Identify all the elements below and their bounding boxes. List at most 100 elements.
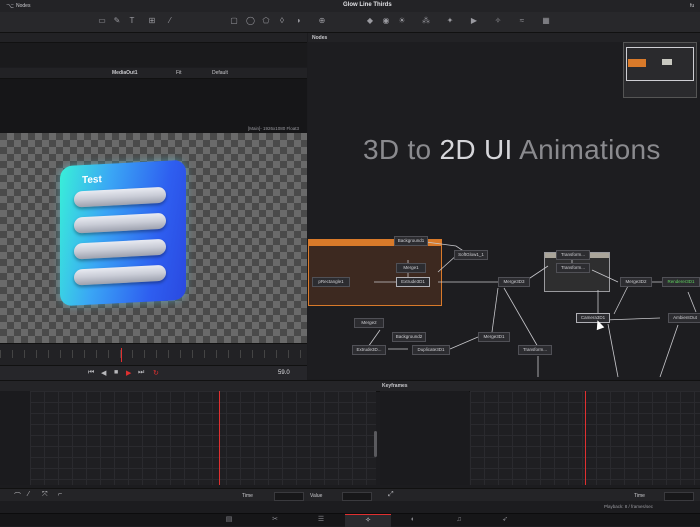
merge-tool-icon[interactable]: ⊞ bbox=[148, 17, 156, 25]
page-switcher: ▤ ✂ ☰ ✧ ◐ ♫ ➶ bbox=[0, 513, 700, 527]
time-label[interactable]: Time bbox=[242, 493, 253, 499]
viewer-dark-strip: [Main]- 1926x1080 Float3 bbox=[0, 79, 307, 133]
node-prectangle1[interactable]: pRectangle1 bbox=[312, 277, 350, 287]
viewer-canvas[interactable]: Test bbox=[0, 133, 307, 343]
card-pill-1 bbox=[74, 186, 166, 208]
node-renderer3d1[interactable]: Renderer3D1 bbox=[662, 277, 700, 287]
keyframes-playhead[interactable] bbox=[585, 391, 586, 485]
node-merge2[interactable]: Merge2 bbox=[354, 318, 384, 328]
mask-tool-icon[interactable]: ◑ bbox=[294, 17, 302, 25]
top-right-label[interactable]: fu bbox=[690, 3, 694, 9]
time-field-right[interactable] bbox=[664, 492, 694, 501]
stop-icon[interactable]: ■ bbox=[114, 369, 118, 376]
node-extrude3d1[interactable]: Extrude3D1 bbox=[396, 277, 430, 287]
top-nodes-label[interactable]: Nodes bbox=[16, 3, 30, 9]
viewer-blank-area bbox=[0, 43, 307, 67]
polygon-tool-icon[interactable]: ⬠ bbox=[262, 17, 270, 25]
node-merge3d2[interactable]: Merge3D2 bbox=[620, 277, 652, 287]
card-pill-3 bbox=[74, 238, 166, 260]
node-background2[interactable]: Background2 bbox=[392, 332, 426, 342]
smooth-icon[interactable]: ⌒ bbox=[14, 491, 21, 501]
loop-icon[interactable]: ↻ bbox=[153, 369, 159, 377]
timeline-ticks bbox=[0, 350, 307, 358]
color-icon[interactable]: ◐ bbox=[408, 516, 418, 524]
linear-icon[interactable]: ⁄ bbox=[28, 491, 29, 498]
go-start-icon[interactable]: ⏮ bbox=[88, 369, 94, 377]
spline-scrollbar[interactable] bbox=[374, 431, 377, 457]
node-softglow1[interactable]: SoftGlow1_1 bbox=[454, 250, 488, 260]
camera-tool-icon[interactable]: ◉ bbox=[382, 17, 390, 25]
fx-tool-icon[interactable]: ✧ bbox=[494, 17, 502, 25]
invert-icon[interactable]: ⤧ bbox=[42, 491, 48, 499]
nodes-panel-label[interactable]: Nodes bbox=[312, 35, 327, 41]
value-field[interactable] bbox=[342, 492, 372, 501]
spline-toolbar: ⌒ ⁄ ⤧ ⌐ Time Value ⤢ Time bbox=[0, 488, 700, 502]
fairlight-icon[interactable]: ♫ bbox=[454, 516, 464, 524]
node-transform-c[interactable]: Transform... bbox=[518, 345, 552, 355]
playback-status: Playback: 8 / frames/sec bbox=[604, 504, 654, 509]
card-pill-2 bbox=[74, 212, 166, 234]
rect-tool-icon[interactable]: ▢ bbox=[230, 17, 238, 25]
particle-tool-icon[interactable]: ⁂ bbox=[422, 17, 430, 25]
node-merge3d1[interactable]: Merge3D1 bbox=[478, 332, 510, 342]
cut-icon[interactable]: ✂ bbox=[270, 516, 280, 524]
spline-graph-left[interactable] bbox=[30, 391, 377, 485]
media-icon[interactable]: ▤ bbox=[224, 516, 234, 524]
warp-tool-icon[interactable]: ≈ bbox=[518, 17, 526, 25]
step-back-icon[interactable]: ◀ bbox=[101, 369, 106, 377]
keyframes-graph-right[interactable] bbox=[470, 391, 700, 485]
timeline-playhead[interactable] bbox=[121, 348, 122, 362]
grid-tool-icon[interactable]: ▦ bbox=[542, 17, 550, 25]
bg-tool-icon[interactable]: ▭ bbox=[98, 17, 106, 25]
node-background1[interactable]: Background1 bbox=[394, 236, 428, 246]
card-pill-4 bbox=[74, 264, 166, 286]
time-label-right[interactable]: Time bbox=[634, 493, 645, 499]
fusion-toolbar: ▭ ✎ T ⊞ ⁄ ▢ ◯ ⬠ ◊ ◑ ⊕ ◆ ◉ ☀ ⁂ ✦ ▶ ✧ ≈ ▦ bbox=[0, 12, 700, 33]
node-duplicate3d1[interactable]: Duplicate3D1 bbox=[412, 345, 450, 355]
play-icon[interactable]: ▶ bbox=[126, 369, 131, 377]
spline-axis bbox=[0, 391, 30, 485]
node-minimap[interactable] bbox=[623, 42, 697, 98]
frame-counter[interactable]: 59.0 bbox=[278, 370, 290, 376]
node-merge1[interactable]: Merge1 bbox=[396, 263, 426, 273]
viewer-layout[interactable]: Default bbox=[212, 70, 228, 76]
light-tool-icon[interactable]: ☀ bbox=[398, 17, 406, 25]
viewer-resolution: [Main]- 1926x1080 Float3 bbox=[248, 126, 300, 131]
node-transform-a[interactable]: Transform... bbox=[556, 250, 590, 260]
status-bar: Playback: 8 / frames/sec bbox=[0, 501, 700, 513]
bspline-tool-icon[interactable]: ◊ bbox=[278, 17, 286, 25]
value-label[interactable]: Value bbox=[310, 493, 322, 499]
spline-playhead[interactable] bbox=[219, 391, 220, 485]
tracker-tool-icon[interactable]: ⊕ bbox=[318, 17, 326, 25]
deliver-icon[interactable]: ➶ bbox=[500, 516, 510, 524]
edit-icon[interactable]: ☰ bbox=[316, 516, 326, 524]
ui-card-graphic: Test bbox=[60, 159, 186, 307]
nodes-icon[interactable]: ⌥ bbox=[6, 2, 14, 10]
node-transform-b[interactable]: Transform... bbox=[556, 263, 590, 273]
node-extrude3d-b[interactable]: Extrude3D... bbox=[352, 345, 386, 355]
keyframes-list[interactable] bbox=[380, 391, 469, 485]
ellipse-tool-icon[interactable]: ◯ bbox=[246, 17, 255, 25]
card-title: Test bbox=[82, 174, 102, 187]
viewer-timeline-ruler[interactable] bbox=[0, 343, 307, 366]
fusion-icon: ✧ bbox=[365, 517, 371, 524]
fit-icon[interactable]: ⤢ bbox=[388, 491, 394, 499]
minimap-view-frame[interactable] bbox=[626, 47, 694, 81]
fusion-tab-active[interactable]: ✧ bbox=[345, 514, 391, 527]
render-tool-icon[interactable]: ▶ bbox=[470, 17, 478, 25]
brush-tool-icon[interactable]: ⁄ bbox=[166, 17, 174, 25]
viewer-zoom[interactable]: Fit bbox=[176, 70, 182, 76]
viewer-header: MediaOut1 Fit Default bbox=[0, 68, 307, 79]
node-ambientout[interactable]: AmbientOut bbox=[668, 313, 700, 323]
emitter-tool-icon[interactable]: ✦ bbox=[446, 17, 454, 25]
keyframes-label[interactable]: Keyframes bbox=[382, 383, 408, 389]
text-tool-icon[interactable]: T bbox=[128, 17, 136, 25]
node-merge3d3[interactable]: Merge3D3 bbox=[498, 277, 530, 287]
time-field[interactable] bbox=[274, 492, 304, 501]
transport-bar: ⏮ ◀ ■ ▶ ⏭ ↻ 59.0 bbox=[0, 365, 307, 381]
go-end-icon[interactable]: ⏭ bbox=[138, 369, 144, 377]
shape3d-tool-icon[interactable]: ◆ bbox=[366, 17, 374, 25]
step-icon[interactable]: ⌐ bbox=[58, 491, 62, 498]
paint-tool-icon[interactable]: ✎ bbox=[113, 17, 121, 25]
viewer-label[interactable]: MediaOut1 bbox=[112, 70, 138, 76]
